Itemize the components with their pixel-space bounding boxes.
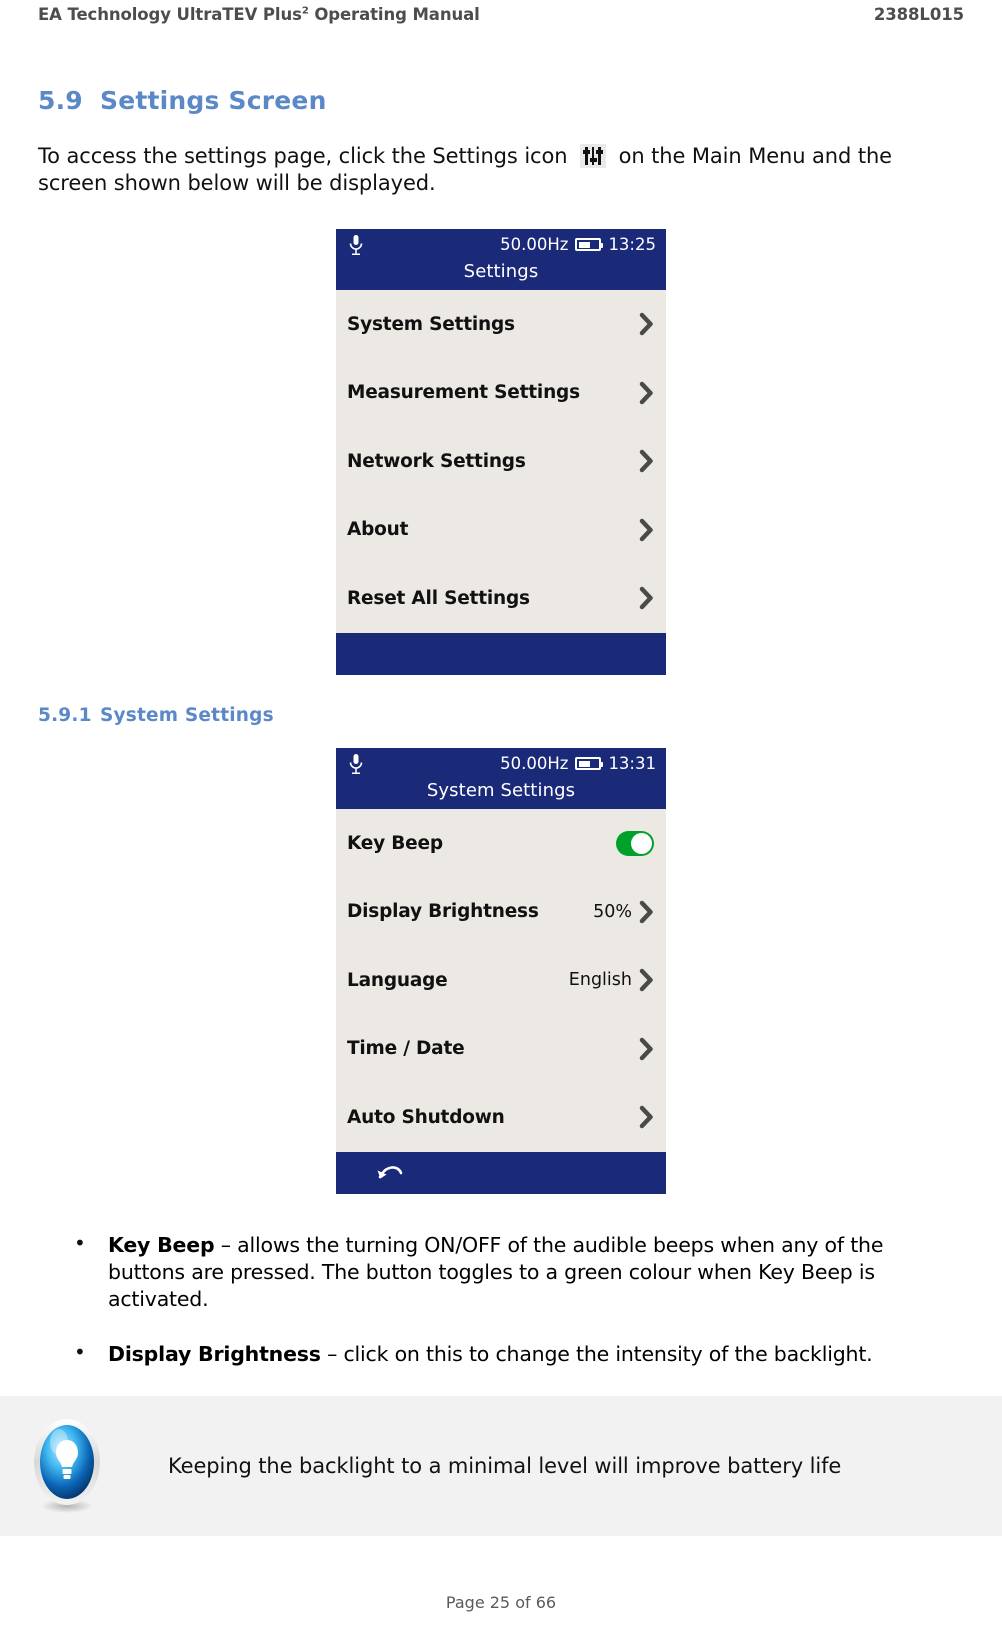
- system-settings-statusbar: 50.00Hz 13:31: [336, 747, 666, 780]
- settings-frequency: 50.00Hz: [500, 235, 569, 255]
- system-settings-row-time-date[interactable]: Time / Date: [336, 1015, 666, 1084]
- feature-bullet-list: Key Beep – allows the turning ON/OFF of …: [38, 1230, 964, 1368]
- section-heading: 5.9 Settings Screen: [38, 86, 964, 115]
- settings-row-about[interactable]: About: [336, 496, 666, 565]
- system-settings-row-label: Time / Date: [347, 1038, 465, 1060]
- chevron-right-icon: [639, 1037, 653, 1061]
- header-doc-code: 2388L015: [873, 5, 964, 24]
- chevron-right-icon: [639, 449, 653, 473]
- settings-screen-title: Settings: [336, 260, 666, 290]
- settings-row-reset-all-settings[interactable]: Reset All Settings: [336, 564, 666, 633]
- settings-screen-footer-bar: [336, 632, 666, 675]
- chevron-right-icon: [639, 968, 653, 992]
- system-settings-row-label: Auto Shutdown: [347, 1106, 505, 1128]
- chevron-right-icon: [639, 312, 653, 336]
- settings-row-measurement-settings[interactable]: Measurement Settings: [336, 358, 666, 427]
- settings-row-label: About: [347, 519, 409, 541]
- intro-text-part1: To access the settings page, click the S…: [38, 144, 568, 168]
- subsection-title: System Settings: [100, 704, 274, 726]
- bullet-text: – allows the turning ON/OFF of the audib…: [108, 1232, 884, 1311]
- bullet-display-brightness: Display Brightness – click on this to ch…: [74, 1339, 964, 1368]
- section-number: 5.9: [38, 86, 83, 115]
- microphone-icon: [349, 234, 363, 255]
- system-settings-statusbar-right: 50.00Hz 13:31: [500, 754, 656, 773]
- chevron-right-icon: [639, 900, 653, 923]
- header-title-main: EA Technology UltraTEV Plus: [38, 5, 302, 24]
- settings-row-label: System Settings: [347, 313, 515, 335]
- system-settings-screen-title: System Settings: [336, 779, 666, 809]
- device-screen-system-settings: 50.00Hz 13:31 System Settings Key Beep D…: [336, 747, 666, 1194]
- bullet-text: – click on this to change the intensity …: [320, 1341, 873, 1366]
- system-settings-frequency: 50.00Hz: [500, 754, 569, 774]
- battery-icon: [575, 238, 604, 252]
- tip-text: Keeping the backlight to a minimal level…: [168, 1453, 842, 1478]
- page-footer: Page 25 of 66: [445, 1593, 557, 1612]
- bullet-term: Display Brightness: [108, 1341, 321, 1366]
- device-screen-settings: 50.00Hz 13:25 Settings System Settings M…: [336, 228, 666, 675]
- chevron-right-icon: [639, 1106, 653, 1129]
- header-title-tail: Operating Manual: [308, 5, 480, 24]
- subsection-number: 5.9.1: [38, 704, 92, 726]
- system-settings-row-language[interactable]: Language English: [336, 946, 666, 1015]
- microphone-icon: [349, 753, 363, 774]
- header-title: EA Technology UltraTEV Plus2 Operating M…: [38, 5, 480, 24]
- system-settings-row-key-beep[interactable]: Key Beep: [336, 809, 666, 878]
- language-value: English: [568, 970, 632, 991]
- system-settings-screen-figure: 50.00Hz 13:31 System Settings Key Beep D…: [38, 747, 964, 1194]
- battery-icon: [575, 757, 604, 771]
- settings-row-label: Reset All Settings: [347, 587, 530, 609]
- system-settings-footer-bar: [336, 1151, 666, 1194]
- subsection-heading: 5.9.1 System Settings: [38, 705, 964, 726]
- running-header: EA Technology UltraTEV Plus2 Operating M…: [38, 0, 964, 24]
- bullet-term: Key Beep: [108, 1232, 215, 1257]
- system-settings-row-label: Language: [347, 969, 448, 991]
- settings-row-network-settings[interactable]: Network Settings: [336, 427, 666, 496]
- section-title: Settings Screen: [100, 86, 327, 115]
- tip-callout-box: Keeping the backlight to a minimal level…: [0, 1395, 1002, 1536]
- lightbulb-icon: [34, 1418, 100, 1513]
- system-settings-time: 13:31: [608, 754, 656, 774]
- chevron-right-icon: [639, 381, 653, 404]
- key-beep-toggle[interactable]: [616, 830, 654, 856]
- back-arrow-icon[interactable]: [376, 1162, 406, 1184]
- settings-time: 13:25: [608, 235, 656, 255]
- settings-sliders-icon: [580, 144, 607, 168]
- settings-row-label: Measurement Settings: [347, 382, 580, 404]
- system-settings-menu-list: Key Beep Display Brightness 50% Language…: [336, 808, 666, 1152]
- settings-row-system-settings[interactable]: System Settings: [336, 290, 666, 359]
- settings-row-label: Network Settings: [347, 450, 526, 472]
- system-settings-row-label: Display Brightness: [347, 901, 539, 923]
- document-page: EA Technology UltraTEV Plus2 Operating M…: [0, 0, 1002, 1634]
- settings-screen-figure: 50.00Hz 13:25 Settings System Settings M…: [38, 228, 964, 675]
- settings-menu-list: System Settings Measurement Settings Net…: [336, 289, 666, 633]
- settings-statusbar: 50.00Hz 13:25: [336, 228, 666, 261]
- system-settings-row-display-brightness[interactable]: Display Brightness 50%: [336, 877, 666, 946]
- intro-paragraph: To access the settings page, click the S…: [38, 143, 964, 197]
- header-title-superscript: 2: [301, 5, 309, 17]
- settings-statusbar-right: 50.00Hz 13:25: [500, 235, 656, 254]
- chevron-right-icon: [639, 587, 653, 610]
- chevron-right-icon: [639, 518, 653, 542]
- display-brightness-value: 50%: [593, 901, 632, 922]
- bullet-key-beep: Key Beep – allows the turning ON/OFF of …: [74, 1230, 964, 1313]
- system-settings-row-auto-shutdown[interactable]: Auto Shutdown: [336, 1083, 666, 1152]
- system-settings-row-label: Key Beep: [347, 832, 443, 854]
